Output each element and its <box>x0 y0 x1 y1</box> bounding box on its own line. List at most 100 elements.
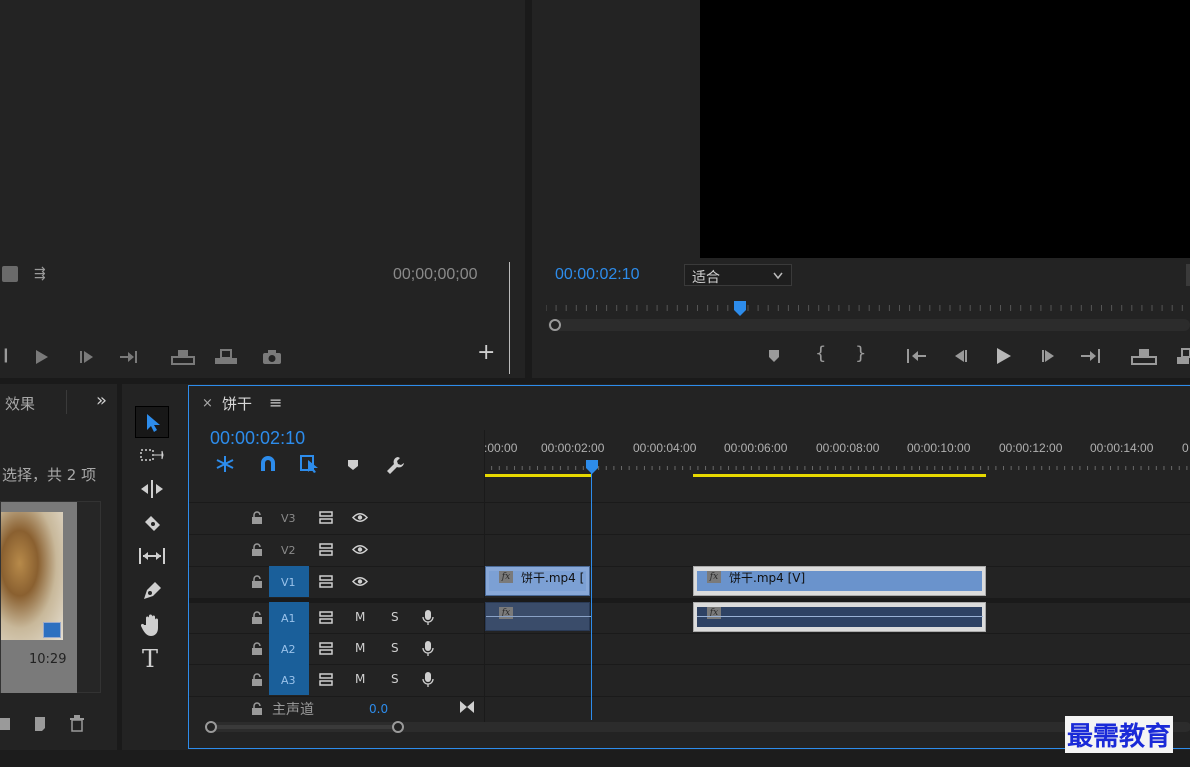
solo-button[interactable]: S <box>391 610 399 624</box>
clip-thumbnail-card[interactable]: 10:29 <box>0 501 101 693</box>
program-zoom-handle[interactable] <box>549 319 561 331</box>
sync-lock-icon[interactable] <box>319 575 335 588</box>
lock-icon[interactable] <box>251 575 263 588</box>
fx-badge-icon: fx <box>499 571 513 583</box>
mute-button[interactable]: M <box>355 672 365 686</box>
pen-icon[interactable] <box>141 580 163 602</box>
track-select-icon[interactable] <box>140 446 164 466</box>
step-back-icon[interactable]: ❙ <box>0 347 12 363</box>
track-label-v2[interactable]: V2 <box>281 544 296 557</box>
lock-icon[interactable] <box>251 642 263 655</box>
ripple-edit-icon[interactable] <box>140 479 164 499</box>
program-playhead[interactable] <box>733 300 747 318</box>
audio-clip-1[interactable]: fx <box>485 602 591 631</box>
bowtie-icon[interactable] <box>459 700 475 714</box>
video-clip-1[interactable]: fx 饼干.mp4 [ <box>485 566 590 596</box>
zoom-handle-left[interactable] <box>205 721 217 733</box>
mark-out-icon[interactable]: } <box>855 345 866 363</box>
microphone-icon[interactable] <box>422 671 434 688</box>
program-timecode[interactable]: 00:00:02:10 <box>555 266 640 284</box>
watermark-text: 最需教育 <box>1065 716 1174 753</box>
waveform-icon[interactable]: ⇶ <box>34 266 46 282</box>
step-forward-icon[interactable] <box>1040 348 1058 364</box>
lock-icon[interactable] <box>251 702 263 715</box>
track-label-v3[interactable]: V3 <box>281 512 296 525</box>
lock-icon[interactable] <box>251 611 263 624</box>
panel-overflow-icon[interactable]: » <box>96 390 107 411</box>
mute-button[interactable]: M <box>355 641 365 655</box>
eye-icon[interactable] <box>352 576 368 587</box>
master-volume-value[interactable]: 0.0 <box>369 702 388 716</box>
ruler-label: 00:00:06:00 <box>724 441 788 455</box>
sync-lock-icon[interactable] <box>319 543 335 556</box>
extract-icon[interactable] <box>1176 347 1190 365</box>
program-panel-edge <box>1186 264 1190 286</box>
mark-in-icon[interactable]: { <box>815 345 826 363</box>
ruler-label: 00:00:08:00 <box>816 441 880 455</box>
zoom-handle-right[interactable] <box>392 721 404 733</box>
sync-lock-icon[interactable] <box>319 673 335 686</box>
lock-icon[interactable] <box>251 511 263 524</box>
snap-magnet-icon[interactable] <box>259 456 277 472</box>
program-time-ruler[interactable] <box>546 300 1190 320</box>
zoom-select[interactable]: 适合 <box>684 264 792 286</box>
eye-icon[interactable] <box>352 544 368 555</box>
play-icon[interactable] <box>34 349 50 365</box>
sync-lock-icon[interactable] <box>319 642 335 655</box>
sequence-tab-title[interactable]: 饼干 <box>222 393 252 414</box>
fx-badge-icon: fx <box>707 571 721 583</box>
lock-icon[interactable] <box>251 673 263 686</box>
audio-clip-2[interactable]: fx <box>693 602 986 632</box>
mute-button[interactable]: M <box>355 610 365 624</box>
sequence-menu-icon[interactable]: ≡ <box>269 393 282 412</box>
timeline-zoom-thumb[interactable] <box>211 725 399 729</box>
add-marker-icon[interactable] <box>768 349 780 363</box>
lock-icon[interactable] <box>251 543 263 556</box>
camera-icon[interactable] <box>262 349 282 365</box>
selection-tool[interactable] <box>135 406 169 438</box>
lift-icon[interactable] <box>1131 347 1157 365</box>
nest-icon[interactable] <box>215 455 235 473</box>
play-icon[interactable] <box>995 347 1013 365</box>
new-item-icon[interactable] <box>32 716 48 732</box>
program-zoom-bar[interactable] <box>548 319 1190 331</box>
timeline-timecode[interactable]: 00:00:02:10 <box>210 428 305 449</box>
add-button-icon[interactable]: + <box>477 342 495 364</box>
source-monitor: 00;00;00;00 ⇶ ❙ + <box>0 0 525 378</box>
solo-button[interactable]: S <box>391 641 399 655</box>
timeline-playhead-line <box>591 466 592 720</box>
hand-icon[interactable] <box>141 613 163 637</box>
tab-effects[interactable]: 效果 <box>5 393 35 414</box>
go-to-out-icon[interactable] <box>1080 348 1102 364</box>
fx-badge-icon: fx <box>707 607 721 619</box>
razor-icon[interactable] <box>141 512 163 534</box>
source-timecode: 00;00;00;00 <box>393 266 478 283</box>
sync-lock-icon[interactable] <box>319 511 335 524</box>
ruler-label: 00:00:12:00 <box>999 441 1063 455</box>
solo-button[interactable]: S <box>391 672 399 686</box>
source-marker-icon[interactable] <box>2 266 18 282</box>
video-clip-2[interactable]: fx 饼干.mp4 [V] <box>693 566 986 596</box>
overwrite-icon[interactable] <box>214 348 238 366</box>
insert-icon[interactable] <box>171 348 195 366</box>
add-marker-icon[interactable] <box>347 459 359 471</box>
step-forward-icon[interactable] <box>79 349 95 365</box>
track-header-a2: A2 M S <box>189 633 484 664</box>
sync-lock-icon[interactable] <box>319 611 335 624</box>
step-back-icon[interactable] <box>951 348 969 364</box>
folder-icon[interactable] <box>0 718 10 730</box>
type-tool-icon[interactable]: T <box>142 645 158 673</box>
program-monitor: 00:00:02:10 适合 { } <box>532 0 1190 378</box>
eye-icon[interactable] <box>352 512 368 523</box>
go-to-in-icon[interactable] <box>906 348 928 364</box>
microphone-icon[interactable] <box>422 640 434 657</box>
trash-icon[interactable] <box>69 715 85 732</box>
linked-selection-icon[interactable] <box>300 455 320 473</box>
timeline-playhead[interactable] <box>585 459 599 475</box>
microphone-icon[interactable] <box>422 609 434 626</box>
wrench-icon[interactable] <box>386 455 406 475</box>
close-sequence-button[interactable]: × <box>202 396 213 411</box>
go-to-out-icon[interactable] <box>119 349 139 365</box>
slip-icon[interactable] <box>138 546 166 566</box>
track-label-a1: A1 <box>281 612 296 625</box>
